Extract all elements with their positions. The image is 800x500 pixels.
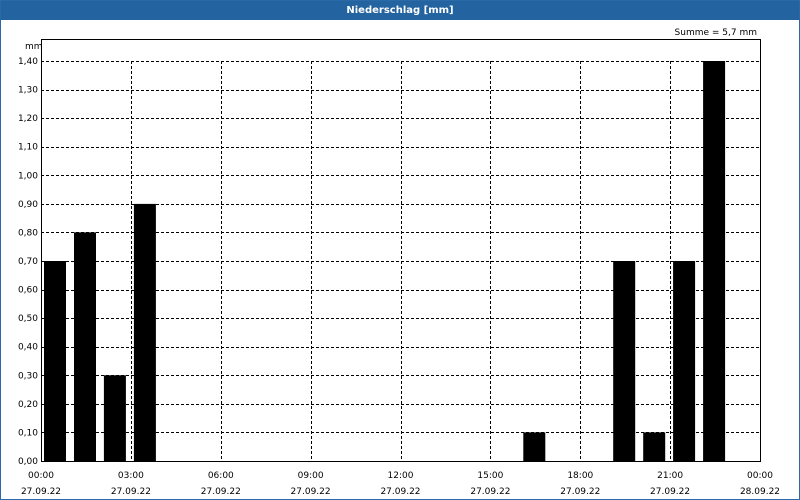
- y-tick-label: 0,00: [18, 457, 38, 467]
- x-tick-date: 27.09.22: [650, 487, 690, 497]
- bar: [74, 232, 96, 461]
- sum-label: Summe = 5,7 mm: [675, 28, 757, 38]
- y-tick-label: 0,90: [18, 200, 38, 210]
- chart-window: Niederschlag [mm] Summe = 5,7 mm mm 0,00…: [0, 0, 800, 500]
- y-tick-label: 1,20: [18, 114, 38, 124]
- y-tick-label: 1,10: [18, 143, 38, 153]
- y-tick-label: 0,70: [18, 257, 38, 267]
- y-tick-label: 1,30: [18, 86, 38, 96]
- y-tick-labels: 0,00 0,10 0,20 0,30 0,40 0,50 0,60 0,70 0,80 0,90…: [18, 57, 38, 467]
- x-tick-date: 27.09.22: [470, 487, 510, 497]
- x-tick-time: 18:00: [567, 471, 593, 481]
- x-tick-time: 03:00: [118, 471, 144, 481]
- bar: [613, 261, 636, 461]
- x-tick-date: 27.09.22: [380, 487, 420, 497]
- x-tick-labels: 00:00 27.09.22 03:00 27.09.22 06:00 27.09.22 0…: [21, 471, 780, 497]
- bar: [673, 261, 696, 461]
- y-tick-label: 0,10: [18, 428, 38, 438]
- y-tick-label: 0,50: [18, 314, 38, 324]
- x-tick-date: 27.09.22: [291, 487, 331, 497]
- chart-title: Niederschlag [mm]: [1, 1, 799, 20]
- bar: [44, 261, 66, 461]
- bar: [103, 375, 126, 461]
- y-tick-label: 1,00: [18, 171, 38, 181]
- x-tick-date: 27.09.22: [201, 487, 241, 497]
- x-tick-date: 28.09.22: [740, 487, 780, 497]
- bar: [643, 432, 666, 461]
- bar: [523, 432, 546, 461]
- x-tick-date: 27.09.22: [21, 487, 61, 497]
- x-tick-time: 06:00: [208, 471, 234, 481]
- bar-group: [44, 61, 726, 461]
- y-axis-unit: mm: [25, 42, 43, 52]
- y-tick-label: 0,30: [18, 371, 38, 381]
- y-tick-label: 0,60: [18, 286, 38, 296]
- precipitation-chart: Summe = 5,7 mm mm 0,000,100,200,300,400,…: [18, 28, 780, 497]
- y-tick-label: 0,40: [18, 343, 38, 353]
- x-tick-time: 12:00: [388, 471, 414, 481]
- x-tick-time: 15:00: [477, 471, 503, 481]
- x-tick-date: 27.09.22: [111, 487, 151, 497]
- x-tick-time: 21:00: [657, 471, 683, 481]
- x-tick-time: 00:00: [28, 471, 54, 481]
- x-tick-time: 09:00: [298, 471, 324, 481]
- bar: [133, 203, 156, 461]
- bar: [703, 61, 726, 461]
- y-tick-label: 0,20: [18, 400, 38, 410]
- y-tick-label: 0,80: [18, 228, 38, 238]
- y-tick-label: 1,40: [18, 57, 38, 67]
- x-tick-date: 27.09.22: [560, 487, 600, 497]
- x-tick-time: 00:00: [747, 471, 773, 481]
